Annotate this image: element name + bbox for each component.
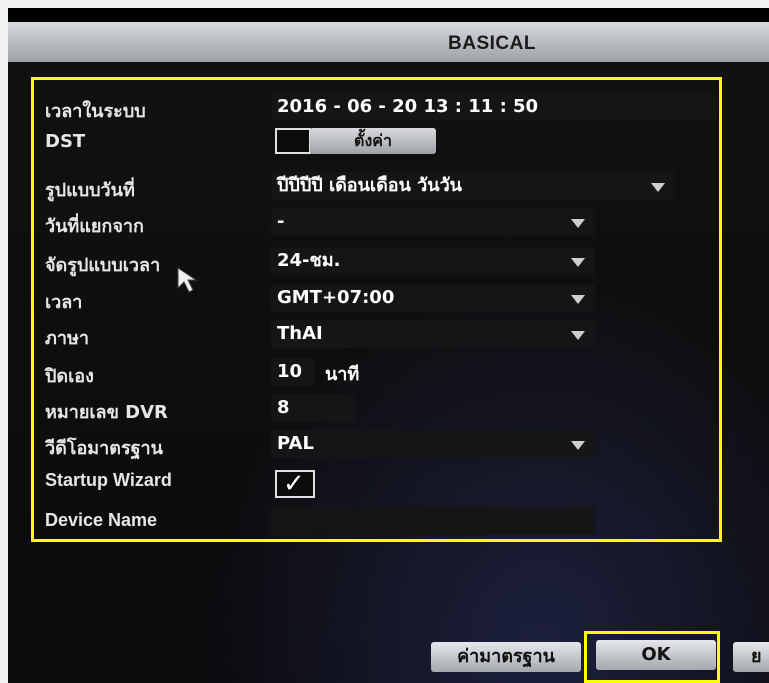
time-format-label: จัดรูปแบบเวลา [45,255,161,276]
ok-highlight-box [584,631,720,683]
timezone-label: เวลา [45,292,83,313]
language-label: ภาษา [45,328,89,349]
dropdown-arrow-icon [571,295,585,304]
dropdown-arrow-icon [651,183,665,192]
video-standard-select[interactable]: PAL [271,430,595,458]
startup-wizard-label: Startup Wizard [45,470,172,490]
dropdown-arrow-icon [571,331,585,340]
dropdown-arrow-icon [571,258,585,267]
auto-logout-label: ปิดเอง [45,366,94,387]
default-button[interactable]: ค่ามาตรฐาน [431,642,581,672]
dvr-number-input[interactable]: 8 [271,394,355,422]
dropdown-arrow-icon [571,441,585,450]
dropdown-arrow-icon [571,219,585,228]
date-format-label: รูปแบบวันที่ [45,180,135,201]
language-value: ThAI [277,323,323,344]
date-format-select[interactable]: ปีปีปีปี เดือนเดือน วันวัน [271,172,675,200]
system-time-input[interactable]: 2016 - 06 - 20 13 : 11 : 50 [271,93,717,121]
dst-settings-button[interactable]: ตั้งค่า [310,128,436,154]
timezone-select[interactable]: GMT+07:00 [271,284,595,312]
time-format-value: 24-ชม. [277,250,341,271]
video-standard-value: PAL [277,433,314,454]
dst-checkbox[interactable] [275,128,311,154]
date-separator-select[interactable]: - [271,208,595,236]
timezone-value: GMT+07:00 [277,287,395,308]
date-separator-value: - [277,211,285,232]
mouse-cursor-icon [177,267,198,293]
video-standard-label: วีดีโอมาตรฐาน [45,438,163,459]
window-title: BASICAL [448,33,536,54]
date-format-value: ปีปีปีปี เดือนเดือน วันวัน [277,175,462,196]
startup-wizard-checkbox[interactable]: ✓ [275,469,315,499]
title-bar: BASICAL [8,22,769,62]
system-time-label: เวลาในระบบ [45,101,146,122]
dst-label: DST [45,131,86,152]
auto-logout-input[interactable]: 10 [271,358,315,386]
date-separator-label: วันที่แยกจาก [45,216,144,237]
auto-logout-unit: นาที [325,364,360,385]
language-select[interactable]: ThAI [271,320,595,348]
dvr-number-label: หมายเลข DVR [45,402,168,423]
checkmark-icon: ✓ [283,469,305,499]
device-name-input[interactable] [271,507,595,535]
device-name-label: Device Name [45,510,158,530]
cancel-button[interactable]: ย [733,642,769,672]
time-format-select[interactable]: 24-ชม. [271,247,595,275]
